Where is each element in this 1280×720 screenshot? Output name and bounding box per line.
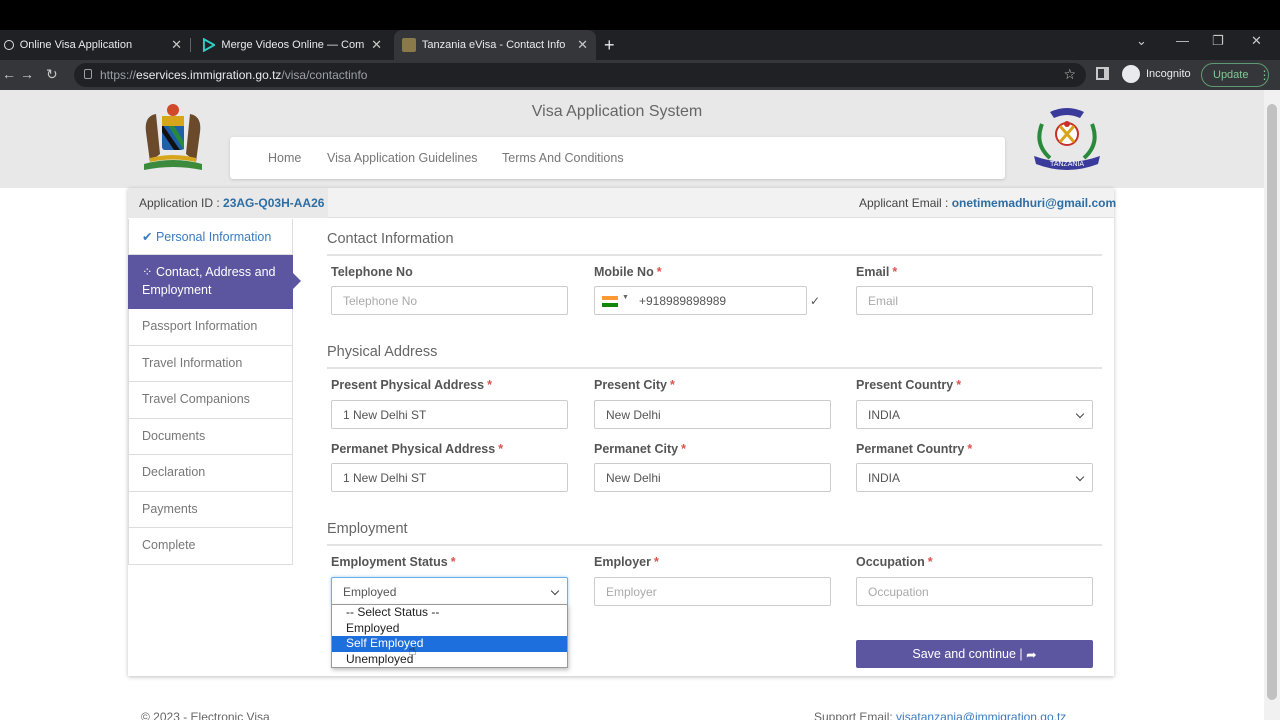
incognito-indicator[interactable]: Incognito [1122,65,1191,83]
dropdown-option-highlighted[interactable]: Self Employed [332,636,567,652]
occupation-input[interactable]: Occupation [856,577,1093,606]
window-close-icon[interactable]: ✕ [1251,33,1262,49]
section-address-title: Physical Address [327,344,438,360]
employment-status-dropdown-list: -- Select Status -- Employed Self Employ… [331,604,568,668]
perm-country-label: Permanet Country * [856,442,973,456]
spinner-icon: ⁘ [142,265,156,279]
mobile-input[interactable]: ▼ +918989898989 [594,286,807,315]
lock-icon [84,69,92,79]
footer-support-email: Support Email: visatanzania@immigration.… [814,710,1067,720]
step-personal-information[interactable]: ✔ Personal Information [128,219,293,255]
step-passport-information[interactable]: Passport Information [128,309,293,346]
application-id: Application ID : 23AG-Q03H-AA26 [139,196,325,210]
dropdown-option[interactable]: -- Select Status -- [332,605,567,621]
restore-icon[interactable]: ❐ [1212,33,1224,49]
footer-copyright: © 2023 - Electronic Visa [141,710,270,720]
dropdown-option[interactable]: Unemployed [332,652,567,668]
globe-icon [4,40,14,50]
immigration-logo: TANZANIA [1034,108,1100,170]
employment-status-select[interactable]: Employed [331,577,568,606]
application-id-bar: Application ID : 23AG-Q03H-AA26 Applican… [128,188,1117,218]
browser-tab[interactable]: Online Visa Application ✕ [0,30,190,60]
present-address-label: Present Physical Address * [331,378,492,392]
forward-icon[interactable]: → [20,66,34,82]
share-arrow-icon: ➦ [1026,647,1037,662]
tab-search-icon[interactable]: ⌄ [1136,33,1147,49]
occupation-label: Occupation * [856,555,933,569]
step-complete[interactable]: Complete [128,528,293,565]
close-icon[interactable]: ✕ [371,37,382,53]
reload-icon[interactable]: ↻ [46,66,58,83]
employer-input[interactable]: Employer [594,577,831,606]
nav-visa-guidelines[interactable]: Visa Application Guidelines [327,151,478,165]
update-button[interactable]: Update ⋮ [1201,63,1271,87]
email-label: Email * [856,265,898,279]
top-nav: Home Visa Application Guidelines Terms A… [230,137,1005,179]
present-country-select[interactable]: INDIA [856,400,1093,429]
new-tab-icon[interactable]: + [604,35,615,56]
perm-address-label: Permanet Physical Address * [331,442,504,456]
browser-tab[interactable]: Merge Videos Online — Combine ✕ [194,30,390,60]
url-omnibox[interactable]: https://eservices.immigration.go.tz/visa… [74,63,1086,87]
check-icon: ✔ [142,230,156,244]
employment-status-label: Employment Status * [331,555,456,569]
perm-country-select[interactable]: INDIA [856,463,1093,492]
menu-dots-icon: ⋮ [1258,68,1271,82]
present-city-label: Present City * [594,378,675,392]
close-icon[interactable]: ✕ [577,37,588,53]
nav-home[interactable]: Home [268,151,301,165]
mouse-cursor-icon: ☝ [408,642,417,658]
mobile-label: Mobile No * [594,265,662,279]
emblem-favicon-icon [402,38,416,52]
url-text: https://eservices.immigration.go.tz/visa… [100,68,368,82]
step-payments[interactable]: Payments [128,491,293,528]
step-declaration[interactable]: Declaration [128,455,293,492]
country-code-dropdown-icon: ▼ [622,294,629,301]
page-scrollbar[interactable] [1264,90,1280,720]
coat-of-arms-emblem [144,104,202,170]
close-icon[interactable]: ✕ [171,37,182,53]
telephone-label: Telephone No [331,265,413,279]
telephone-input[interactable]: Telephone No [331,286,568,315]
dropdown-option[interactable]: Employed [332,621,567,637]
step-documents[interactable]: Documents [128,418,293,455]
applicant-email: Applicant Email : onetimemadhuri@gmail.c… [859,196,1117,210]
present-country-label: Present Country * [856,378,962,392]
perm-address-input[interactable]: 1 New Delhi ST [331,463,568,492]
screen-top-bar [0,0,1280,30]
india-flag-icon[interactable] [602,296,618,307]
perm-city-input[interactable]: New Delhi [594,463,831,492]
svg-text:TANZANIA: TANZANIA [1050,161,1084,168]
section-employment-title: Employment [327,521,408,537]
nav-terms[interactable]: Terms And Conditions [502,151,624,165]
email-input[interactable]: Email [856,286,1093,315]
browser-tab-active[interactable]: Tanzania eVisa - Contact Info ✕ [394,30,596,60]
section-contact-title: Contact Information [327,231,454,247]
step-travel-information[interactable]: Travel Information [128,345,293,382]
minimize-icon[interactable]: — [1176,33,1189,48]
save-and-continue-button[interactable]: Save and continue | ➦ [856,640,1093,668]
browser-tab-strip: Online Visa Application ✕ Merge Videos O… [0,30,1280,60]
incognito-icon [1122,65,1140,83]
bookmark-star-icon[interactable]: ☆ [1063,66,1076,83]
step-nav: ✔ Personal Information ⁘ Contact, Addres… [128,219,301,565]
back-icon[interactable]: ← [2,66,16,82]
perm-city-label: Permanet City * [594,442,686,456]
step-contact-address-employment[interactable]: ⁘ Contact, Address and Employment [128,255,301,309]
play-icon [202,38,216,52]
validated-check-icon: ✓ [810,294,821,308]
step-travel-companions[interactable]: Travel Companions [128,382,293,419]
present-address-input[interactable]: 1 New Delhi ST [331,400,568,429]
site-header: Visa Application System TANZANIA Home Vi… [0,90,1264,188]
employer-label: Employer * [594,555,659,569]
side-panel-icon[interactable] [1096,67,1109,80]
present-city-input[interactable]: New Delhi [594,400,831,429]
